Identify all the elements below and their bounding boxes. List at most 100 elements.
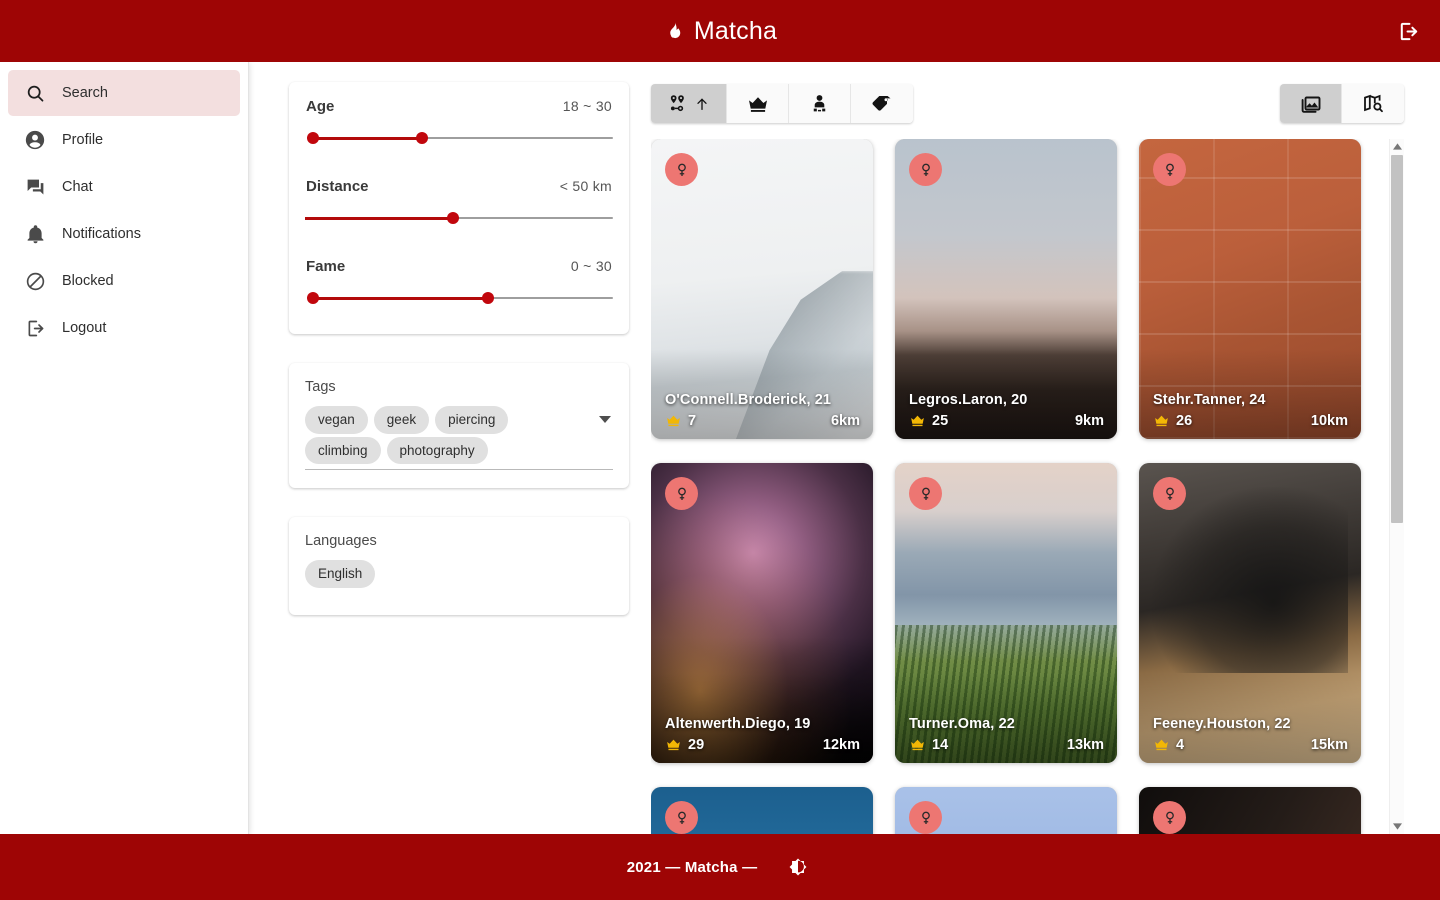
female-venus-icon [1153,477,1186,510]
sidebar-item-chat[interactable]: Chat [8,164,240,210]
sidebar-item-label: Profile [62,132,104,148]
logout-icon[interactable] [1390,13,1426,49]
results-scroll-area: O'Connell.Broderick, 21 7 6km Legros.Lar… [651,139,1404,834]
language-chip[interactable]: English [305,560,376,588]
profile-card[interactable]: Legros.Laron, 20 25 9km [895,139,1117,439]
profile-card[interactable]: Stehr.Tanner, 24 26 10km [1139,139,1361,439]
app-body: Search Profile Chat Notifications Blocke… [0,62,1440,834]
profile-card[interactable]: O'Connell.Broderick, 21 7 6km [651,139,873,439]
sort-by-fame-button[interactable] [727,84,789,123]
profile-distance: 6km [830,412,860,429]
tag-chip[interactable]: piercing [435,406,509,434]
profile-name: Legros.Laron, 20 [909,392,1028,408]
profile-distance: 10km [1310,412,1348,429]
scroll-down-arrow-icon[interactable] [1390,819,1404,834]
slider-knob-max[interactable] [482,292,494,304]
profile-name: Altenwerth.Diego, 19 [665,716,811,732]
person-circle-icon [22,127,48,153]
slider-fill [313,297,484,300]
crown-icon [911,739,924,751]
profile-fame-value: 7 [688,412,697,429]
sort-by-age-button[interactable] [789,84,851,123]
profile-card[interactable] [895,787,1117,834]
filters-languages-card: Languages English [289,517,629,615]
female-venus-icon [1153,153,1186,186]
profile-card[interactable] [651,787,873,834]
sort-by-distance-button[interactable] [651,84,727,123]
footer-text: 2021 — Matcha — [626,858,758,876]
tag-chip[interactable]: vegan [305,406,368,434]
filter-fame-slider[interactable] [305,283,613,313]
sort-by-tags-button[interactable] [851,84,913,123]
filter-distance-slider[interactable] [305,203,613,233]
slider-knob[interactable] [447,212,459,224]
sidebar-item-label: Blocked [62,273,114,289]
filter-age-slider[interactable] [305,123,613,153]
profile-card[interactable]: Altenwerth.Diego, 19 29 12km [651,463,873,763]
filter-fame: Fame 0 ~ 30 [305,258,613,313]
sidebar-item-search[interactable]: Search [8,70,240,116]
sidebar-item-notifications[interactable]: Notifications [8,211,240,257]
bell-icon [22,221,48,247]
profile-card-grid: O'Connell.Broderick, 21 7 6km Legros.Lar… [651,139,1389,834]
profile-fame-value: 4 [1176,736,1185,753]
profile-name: Turner.Oma, 22 [909,716,1015,732]
crown-icon [748,96,767,112]
profile-fame: 25 [909,412,948,429]
sort-button-group [651,84,913,123]
profile-fame: 4 [1153,736,1184,753]
app-root: Matcha Search Profile Chat Notifications… [0,0,1440,900]
view-button-group [1280,84,1404,123]
profile-name: Feeney.Houston, 22 [1153,716,1291,732]
female-venus-icon [909,477,942,510]
scrollbar-thumb[interactable] [1391,155,1403,523]
filter-distance-label: Distance [306,178,369,195]
flame-icon [663,18,685,44]
profile-card[interactable]: Feeney.Houston, 22 4 15km [1139,463,1361,763]
profile-name: Stehr.Tanner, 24 [1153,392,1266,408]
results-scrollbar[interactable] [1389,139,1404,834]
tags-title: Tags [305,379,336,395]
tag-chip[interactable]: photography [386,436,488,465]
content-area: Age 18 ~ 30 Distance < 50 km Fame 0 ~ 30… [249,62,1440,834]
filter-distance: Distance < 50 km [305,178,613,233]
images-icon [1301,96,1320,113]
brand-title: Matcha [693,16,778,45]
profile-card[interactable]: Turner.Oma, 22 14 13km [895,463,1117,763]
sidebar-item-profile[interactable]: Profile [8,117,240,163]
logout-icon [22,315,48,341]
slider-fill [305,217,453,220]
profile-card[interactable] [1139,787,1361,834]
female-venus-icon [909,153,942,186]
gallery-view-button[interactable] [1280,84,1342,123]
sidebar-item-blocked[interactable]: Blocked [8,258,240,304]
profile-distance: 9km [1074,412,1104,429]
slider-knob-max[interactable] [416,132,428,144]
arrow-up-icon [696,98,707,110]
sidebar-item-label: Logout [62,320,107,336]
map-view-button[interactable] [1342,84,1404,123]
filter-fame-label: Fame [306,258,346,275]
tags-input-underline [305,469,613,471]
tag-chip[interactable]: climbing [305,436,381,465]
filter-age-value: 18 ~ 30 [562,98,612,114]
chevron-down-icon[interactable] [599,416,611,423]
profile-distance: 15km [1310,736,1348,753]
filters-column: Age 18 ~ 30 Distance < 50 km Fame 0 ~ 30… [249,62,639,834]
scroll-up-arrow-icon[interactable] [1390,139,1404,154]
app-header: Matcha [0,0,1440,62]
slider-knob-min[interactable] [307,132,319,144]
chat-bubbles-icon [22,174,48,200]
brightness-toggle-icon[interactable] [783,852,813,882]
map-search-icon [1364,94,1383,112]
sidebar-item-logout[interactable]: Logout [8,305,240,351]
tag-chip[interactable]: geek [373,406,430,434]
brand: Matcha [663,17,777,46]
profile-fame-value: 25 [932,412,949,429]
sidebar-item-label: Chat [62,179,93,195]
filter-age: Age 18 ~ 30 [305,98,613,153]
app-footer: 2021 — Matcha — [0,834,1440,900]
profile-fame: 14 [909,736,948,753]
languages-title: Languages [305,533,377,550]
slider-knob-min[interactable] [307,292,319,304]
